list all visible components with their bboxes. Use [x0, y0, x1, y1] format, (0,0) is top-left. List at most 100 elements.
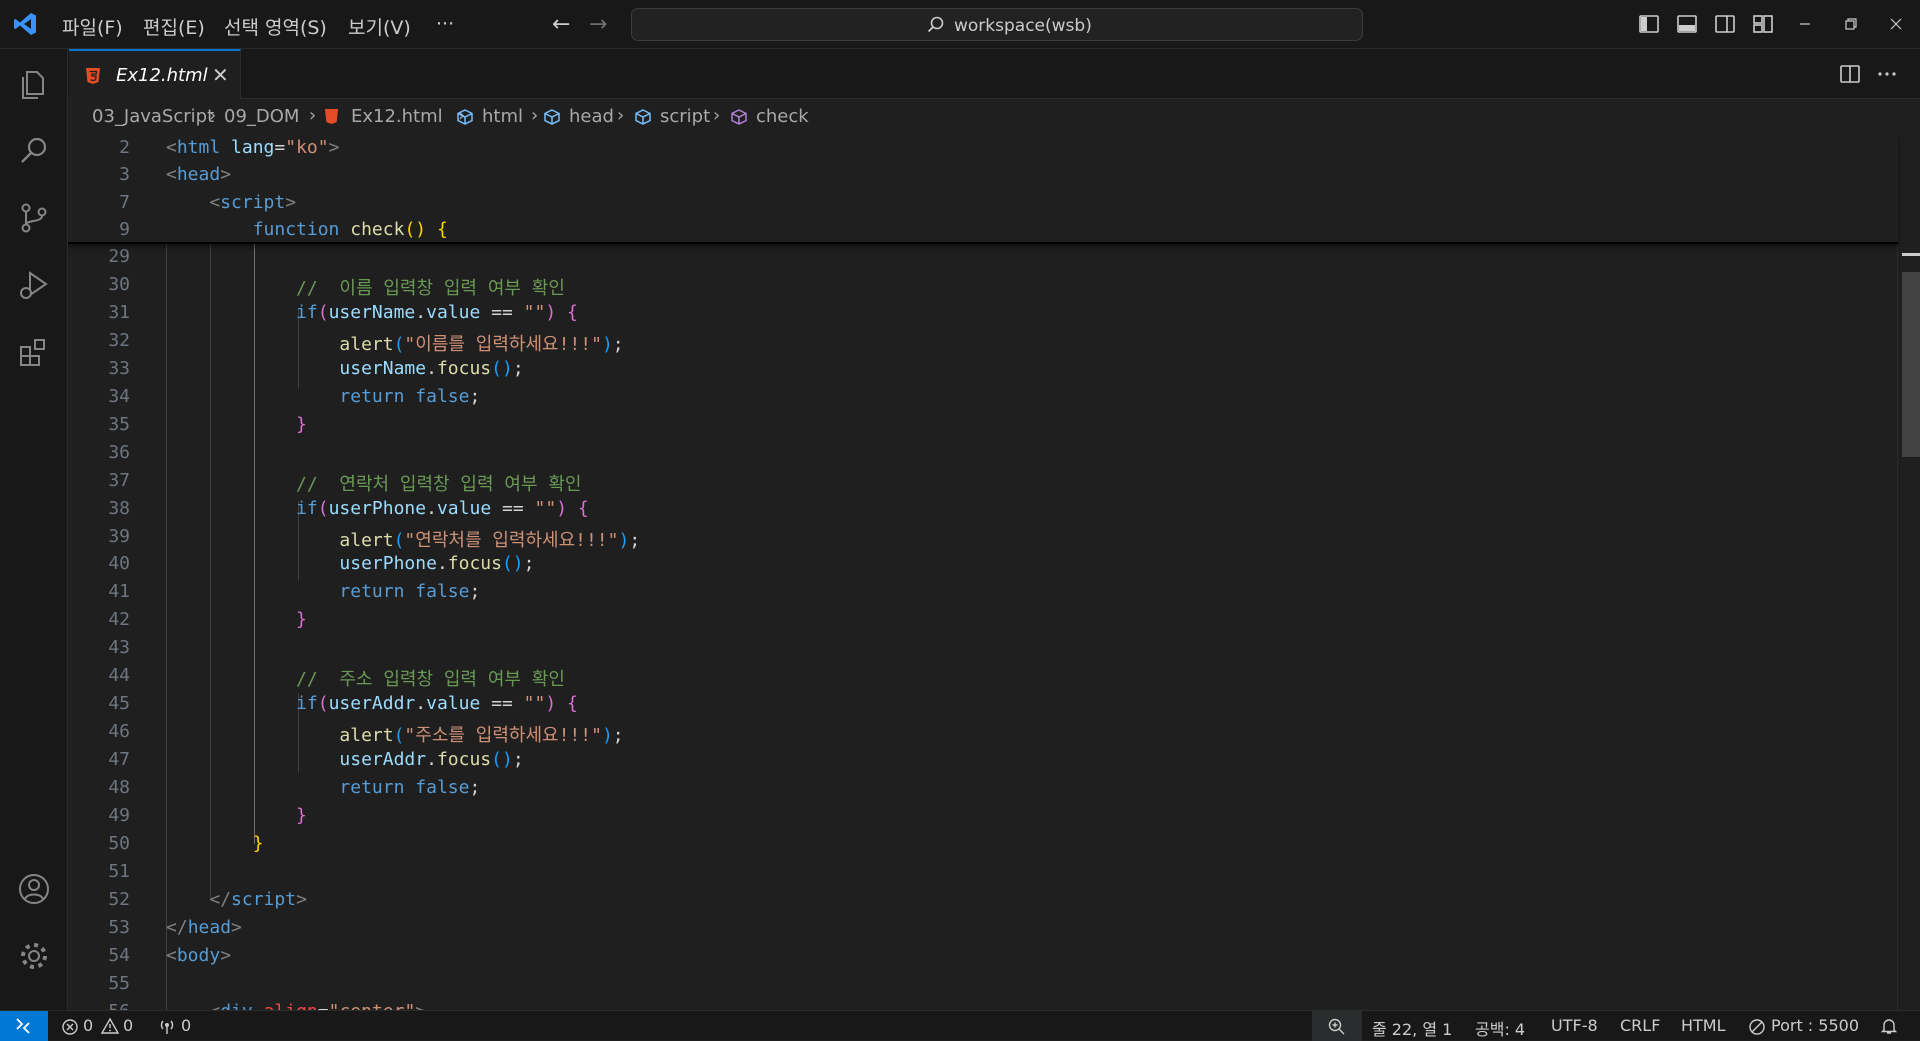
code-line[interactable]: 29 — [68, 244, 1898, 271]
code-line[interactable]: 7 <script> — [68, 190, 1898, 217]
live-server-port[interactable]: Port : 5500 — [1771, 1016, 1859, 1035]
code-token: == — [480, 301, 524, 323]
menu-selection[interactable]: 선택 영역(S) — [224, 13, 327, 40]
code-line[interactable]: 30 // 이름 입력창 입력 여부 확인 — [68, 272, 1898, 299]
code-token: false — [415, 777, 470, 799]
code-line[interactable]: 48 return false; — [68, 775, 1898, 802]
toggle-panel-icon[interactable] — [1676, 13, 1698, 35]
code-line[interactable]: 52 </script> — [68, 887, 1898, 914]
code-token: ; — [512, 749, 524, 771]
error-count[interactable]: 0 — [83, 1016, 93, 1035]
code-token: } — [296, 609, 307, 631]
code-line[interactable]: 35 } — [68, 412, 1898, 439]
vertical-scrollbar[interactable] — [1897, 135, 1920, 1010]
code-token: check — [350, 219, 405, 241]
language-mode[interactable]: HTML — [1681, 1016, 1726, 1035]
tab-ex12-html[interactable]: Ex12.html ✕ — [69, 49, 241, 99]
breadcrumb-item-folder[interactable]: 03_JavaScript — [92, 106, 214, 127]
encoding-setting[interactable]: UTF-8 — [1551, 1016, 1598, 1035]
code-token: . — [426, 357, 437, 379]
code-line[interactable]: 49 } — [68, 803, 1898, 830]
code-line[interactable]: 44 // 주소 입력창 입력 여부 확인 — [68, 663, 1898, 690]
code-line[interactable]: 45 if(userAddr.value == "") { — [68, 691, 1898, 718]
code-token: function — [252, 219, 340, 241]
code-line[interactable]: 36 — [68, 440, 1898, 467]
code-token: ; — [469, 777, 481, 799]
extensions-icon[interactable] — [14, 332, 54, 372]
restore-icon[interactable] — [1842, 13, 1860, 35]
split-editor-icon[interactable] — [1839, 63, 1861, 85]
forward-arrow-icon[interactable]: → — [589, 12, 607, 37]
line-ending-setting[interactable]: CRLF — [1620, 1016, 1660, 1035]
toggle-primary-sidebar-icon[interactable] — [1638, 13, 1660, 35]
code-token: > — [328, 137, 340, 158]
explorer-icon[interactable] — [14, 64, 54, 104]
code-line[interactable]: 47 userAddr.focus(); — [68, 747, 1898, 774]
breadcrumb-item-head[interactable]: head — [569, 106, 614, 127]
code-line[interactable]: 42 } — [68, 607, 1898, 634]
code-line[interactable]: 31 if(userName.value == "") { — [68, 300, 1898, 327]
breadcrumb-item-file[interactable]: Ex12.html — [351, 106, 443, 127]
zoom-button[interactable] — [1312, 1011, 1362, 1041]
code-text: return false; — [166, 386, 480, 407]
run-debug-icon[interactable] — [14, 265, 54, 305]
code-line[interactable]: 3 <head> — [68, 162, 1898, 189]
toggle-secondary-sidebar-icon[interactable] — [1714, 13, 1736, 35]
breadcrumb-item-folder[interactable]: 09_DOM — [224, 106, 299, 127]
breadcrumb-item-script[interactable]: script — [660, 106, 710, 127]
notifications-bell-icon[interactable] — [1880, 1017, 1898, 1035]
code-line[interactable]: 53 </head> — [68, 915, 1898, 942]
sticky-scroll-header[interactable]: 2 <html lang="ko"> 3 <head> 7 <script> 9 func… — [68, 135, 1898, 244]
code-text: // 주소 입력창 입력 여부 확인 — [166, 665, 565, 691]
code-token: . — [415, 693, 427, 715]
symbol-method-icon — [731, 109, 747, 125]
customize-layout-icon[interactable] — [1752, 13, 1774, 35]
line-number: 56 — [68, 1001, 130, 1010]
minimize-icon[interactable] — [1796, 13, 1814, 35]
code-line[interactable]: 32 alert("이름를 입력하세요!!!"); — [68, 328, 1898, 355]
code-line[interactable]: 9 function check() { — [68, 217, 1898, 244]
code-line[interactable]: 43 — [68, 635, 1898, 662]
code-editor[interactable]: 29 30 // 이름 입력창 입력 여부 확인 31 if(userName.va… — [68, 135, 1920, 1010]
accounts-icon[interactable] — [14, 869, 54, 909]
code-line[interactable]: 33 userName.focus(); — [68, 356, 1898, 383]
code-line[interactable]: 41 return false; — [68, 579, 1898, 606]
code-line[interactable]: 38 if(userPhone.value == "") { — [68, 496, 1898, 523]
more-actions-icon[interactable] — [1876, 63, 1898, 85]
source-control-icon[interactable] — [14, 198, 54, 238]
breadcrumb-item-check[interactable]: check — [756, 106, 809, 127]
menu-file[interactable]: 파일(F) — [62, 13, 123, 40]
scrollbar-thumb[interactable] — [1902, 272, 1920, 457]
code-line[interactable]: 2 <html lang="ko"> — [68, 135, 1898, 162]
code-line[interactable]: 50 } — [68, 831, 1898, 858]
close-window-icon[interactable] — [1887, 13, 1905, 35]
search-icon[interactable] — [14, 131, 54, 171]
code-line[interactable]: 56 <div align="center"> — [68, 999, 1898, 1010]
code-line[interactable]: 40 userPhone.focus(); — [68, 551, 1898, 578]
close-tab-icon[interactable]: ✕ — [212, 63, 229, 87]
settings-gear-icon[interactable] — [14, 936, 54, 976]
command-center-search[interactable]: workspace(wsb) — [631, 8, 1363, 41]
line-number: 53 — [108, 916, 130, 938]
menu-more[interactable]: ··· — [436, 13, 454, 35]
cursor-position[interactable]: 줄 22, 열 1 — [1372, 1016, 1452, 1040]
code-line[interactable]: 54 <body> — [68, 943, 1898, 970]
warning-count[interactable]: 0 — [123, 1016, 133, 1035]
menu-edit[interactable]: 편집(E) — [143, 13, 205, 40]
code-line[interactable]: 46 alert("주소를 입력하세요!!!"); — [68, 719, 1898, 746]
remote-indicator-button[interactable] — [0, 1011, 48, 1041]
breadcrumb-item-html[interactable]: html — [482, 106, 523, 127]
indentation-setting[interactable]: 공백: 4 — [1475, 1016, 1525, 1040]
code-line[interactable]: 37 // 연락처 입력창 입력 여부 확인 — [68, 468, 1898, 495]
code-line[interactable]: 34 return false; — [68, 384, 1898, 411]
code-token: () — [404, 219, 427, 241]
code-line[interactable]: 51 — [68, 859, 1898, 886]
code-line[interactable]: 55 — [68, 971, 1898, 998]
ports-count[interactable]: 0 — [181, 1016, 191, 1035]
menu-view[interactable]: 보기(V) — [348, 13, 411, 40]
code-line[interactable]: 39 alert("연락처를 입력하세요!!!"); — [68, 524, 1898, 551]
back-arrow-icon[interactable]: ← — [552, 12, 570, 37]
